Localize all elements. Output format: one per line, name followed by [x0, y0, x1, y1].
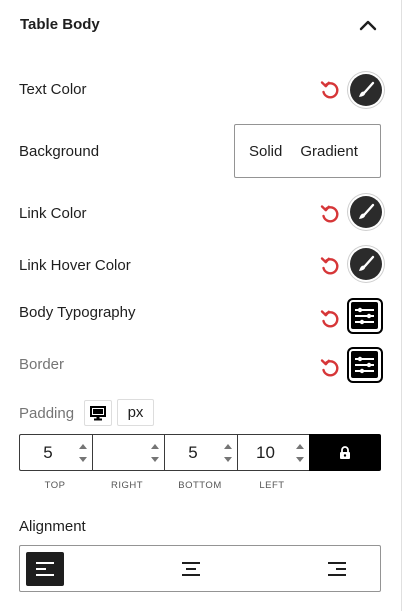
- decrement-icon[interactable]: [78, 455, 88, 465]
- decrement-icon[interactable]: [223, 455, 233, 465]
- alignment-label: Alignment: [19, 518, 86, 535]
- brush-icon: [359, 255, 375, 271]
- decrement-icon[interactable]: [295, 455, 305, 465]
- padding-top-input[interactable]: 5: [19, 434, 92, 471]
- padding-label: Padding: [19, 405, 75, 422]
- padding-right-caption: RIGHT: [110, 480, 144, 491]
- padding-right-input[interactable]: [91, 434, 164, 471]
- body-typography-label: Body Typography: [19, 304, 136, 321]
- align-right-button[interactable]: [318, 552, 356, 586]
- responsive-device-button[interactable]: [84, 400, 112, 426]
- panel-header[interactable]: Table Body: [0, 0, 400, 52]
- text-color-label: Text Color: [19, 81, 87, 98]
- padding-right-value[interactable]: [93, 435, 149, 470]
- align-center-button[interactable]: [172, 552, 210, 586]
- text-color-swatch[interactable]: [350, 74, 382, 106]
- align-left-button[interactable]: [26, 552, 64, 586]
- increment-icon[interactable]: [150, 441, 160, 451]
- background-solid-option[interactable]: Solid: [249, 143, 282, 160]
- padding-inputs: 5 5 10: [19, 434, 381, 471]
- link-hover-color-label: Link Hover Color: [19, 257, 131, 274]
- background-type-toggle: Solid Gradient: [234, 124, 381, 178]
- align-left-icon: [36, 562, 54, 576]
- reset-icon[interactable]: [319, 308, 341, 330]
- decrement-icon[interactable]: [150, 455, 160, 465]
- increment-icon[interactable]: [78, 441, 88, 451]
- link-padding-button[interactable]: [309, 434, 381, 471]
- padding-top-value[interactable]: 5: [20, 435, 76, 470]
- increment-icon[interactable]: [295, 441, 305, 451]
- link-color-swatch[interactable]: [350, 196, 382, 228]
- background-gradient-option[interactable]: Gradient: [300, 143, 358, 160]
- reset-icon[interactable]: [319, 255, 341, 277]
- border-label: Border: [19, 356, 65, 373]
- brush-icon: [359, 203, 375, 219]
- link-color-label: Link Color: [19, 205, 87, 222]
- border-settings-button[interactable]: [347, 347, 383, 383]
- brush-icon: [359, 81, 375, 97]
- padding-left-input[interactable]: 10: [236, 434, 309, 471]
- typography-settings-button[interactable]: [347, 298, 383, 334]
- reset-icon[interactable]: [319, 79, 341, 101]
- padding-bottom-input[interactable]: 5: [164, 434, 237, 471]
- padding-left-value[interactable]: 10: [238, 435, 294, 470]
- lock-icon: [340, 445, 350, 459]
- align-right-icon: [328, 562, 346, 576]
- alignment-control: [19, 545, 381, 592]
- padding-top-caption: TOP: [44, 480, 66, 491]
- reset-icon[interactable]: [319, 357, 341, 379]
- link-hover-color-swatch[interactable]: [350, 248, 382, 280]
- padding-unit-button[interactable]: px: [117, 399, 154, 426]
- align-center-icon: [182, 562, 200, 576]
- padding-bottom-value[interactable]: 5: [165, 435, 221, 470]
- reset-icon[interactable]: [319, 203, 341, 225]
- background-label: Background: [19, 143, 100, 160]
- table-body-panel: Table Body Text Color Background Solid G…: [0, 0, 402, 611]
- desktop-icon: [90, 405, 106, 420]
- padding-left-caption: LEFT: [259, 480, 285, 491]
- increment-icon[interactable]: [223, 441, 233, 451]
- chevron-up-icon[interactable]: [356, 14, 380, 38]
- sliders-icon: [351, 302, 378, 329]
- panel-title: Table Body: [20, 16, 100, 33]
- padding-bottom-caption: BOTTOM: [178, 480, 222, 491]
- sliders-icon: [351, 351, 378, 378]
